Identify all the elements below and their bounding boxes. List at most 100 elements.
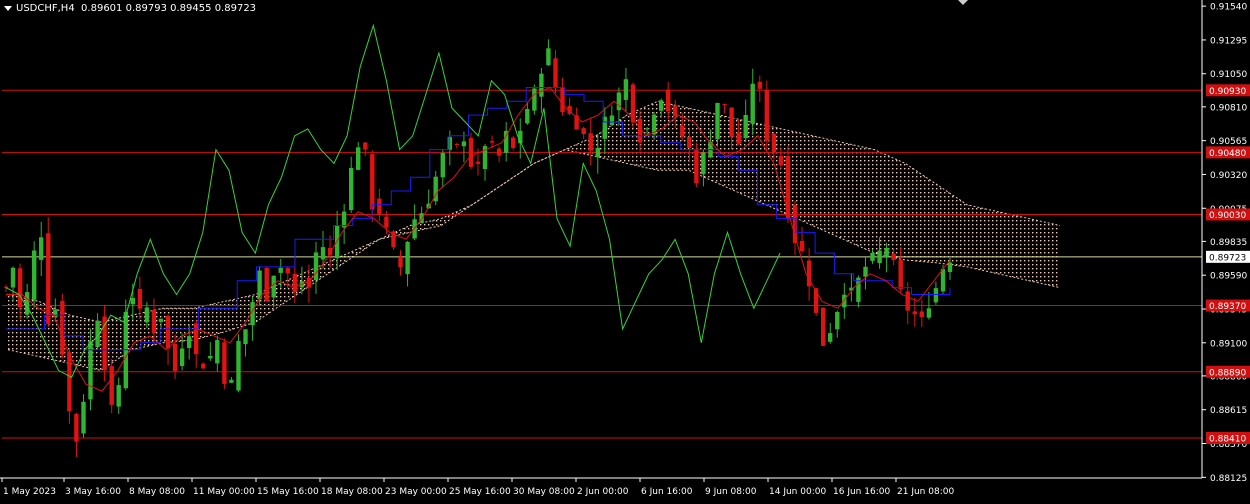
candle-body [673, 105, 678, 117]
time-tick-label: 6 Jun 16:00 [641, 487, 693, 497]
price-tick-label: 0.91295 [1210, 36, 1247, 46]
candle-body [546, 48, 551, 66]
candle-body [222, 342, 227, 384]
candle-body [588, 133, 593, 151]
candle-body [306, 277, 312, 288]
candle-body [229, 379, 234, 383]
candle-body [750, 83, 755, 124]
candle-body [736, 132, 741, 144]
candle-body [553, 58, 558, 89]
candle-body [863, 266, 868, 277]
time-tick-label: 25 May 16:00 [449, 487, 511, 497]
level-label: 0.90480 [1209, 149, 1246, 159]
symbol-name: USDCHF,H4 [16, 3, 75, 14]
candle-body [743, 115, 748, 139]
candle-body [595, 147, 600, 158]
candle-body [511, 137, 516, 148]
candle-body [46, 233, 51, 324]
candle-body [771, 133, 777, 152]
high-value: 0.89793 [125, 3, 167, 14]
candle-body [187, 336, 192, 348]
price-tick-label: 0.90565 [1210, 137, 1247, 147]
price-tick-label: 0.88615 [1210, 406, 1247, 416]
candle-body [278, 267, 283, 273]
close-value: 0.89723 [214, 3, 257, 14]
candle-body [666, 89, 671, 112]
level-label: 0.89370 [1209, 302, 1246, 312]
candle-body [905, 291, 910, 311]
price-tick-label: 0.89835 [1210, 238, 1247, 248]
candle-body [236, 340, 241, 391]
candle-body [764, 89, 769, 141]
candle-body [264, 268, 269, 301]
candle-body [370, 154, 375, 210]
candle-body [835, 312, 840, 330]
candle-body [525, 109, 530, 124]
candle-body [285, 268, 290, 274]
candle-body [877, 250, 882, 264]
candle-body [680, 125, 685, 137]
candle-body [898, 259, 903, 290]
candle-body [349, 167, 354, 211]
candle-body [53, 309, 58, 318]
price-tick-label: 0.89590 [1210, 272, 1247, 282]
time-tick-label: 8 May 08:00 [129, 487, 185, 497]
candle-body [659, 100, 664, 111]
candle-body [116, 385, 121, 407]
candle-body [687, 136, 692, 148]
time-tick-label: 14 Jun 00:00 [769, 487, 826, 497]
candle-body [32, 250, 37, 300]
candle-body [947, 262, 953, 272]
candle-body [560, 87, 565, 113]
candle-body [440, 153, 445, 178]
time-tick-label: 3 May 16:00 [65, 487, 121, 497]
price-chart[interactable]: 0.91540 0.91295 0.91050 0.90810 0.90565 0.903… [0, 0, 1250, 500]
candle-body [722, 104, 727, 106]
candle-body [919, 311, 924, 317]
time-tick-label: 15 May 16:00 [257, 487, 319, 497]
time-tick-label: 11 May 00:00 [193, 487, 255, 497]
candle-body [842, 294, 847, 308]
candle-body [828, 333, 833, 342]
candle-body [912, 311, 917, 315]
candle-body [461, 141, 467, 147]
candle-body [539, 73, 544, 97]
candle-body [17, 268, 23, 307]
candle-body [468, 138, 474, 167]
candle-body [74, 414, 79, 442]
candle-body [785, 156, 791, 220]
candle-body [496, 148, 502, 156]
level-label: 0.90930 [1209, 87, 1246, 97]
time-tick-label: 23 May 00:00 [385, 487, 447, 497]
price-tick-label: 0.91050 [1210, 70, 1247, 80]
dropdown-triangle-icon[interactable] [4, 5, 12, 11]
candle-body [856, 277, 861, 302]
candle-body [933, 288, 939, 303]
candle-body [398, 256, 403, 268]
open-value: 0.89601 [81, 3, 123, 14]
price-tick-label: 0.88125 [1210, 474, 1247, 484]
price-tick-label: 0.90810 [1210, 103, 1247, 113]
chart-area[interactable]: 0.91540 0.91295 0.91050 0.90810 0.90565 0.903… [0, 0, 1250, 500]
candle-body [623, 79, 629, 100]
candle-body [320, 247, 326, 260]
candle-body [532, 88, 537, 111]
candle-body [870, 252, 875, 261]
candle-body [616, 92, 622, 111]
time-tick-label: 18 May 08:00 [321, 487, 383, 497]
candle-body [257, 270, 262, 300]
candle-body [581, 128, 586, 134]
candle-body [194, 323, 199, 355]
candle-body [144, 307, 150, 323]
candle-body [454, 144, 460, 146]
candle-body [926, 308, 932, 318]
current-price-label: 0.89723 [1209, 253, 1246, 263]
candle-body [799, 240, 805, 252]
candle-body [757, 81, 762, 89]
level-label: 0.90030 [1209, 211, 1246, 221]
candle-body [729, 107, 734, 137]
candle-body [327, 247, 333, 255]
candle-body [821, 307, 826, 346]
price-tick-label: 0.90320 [1210, 171, 1247, 181]
low-value: 0.89455 [170, 3, 212, 14]
